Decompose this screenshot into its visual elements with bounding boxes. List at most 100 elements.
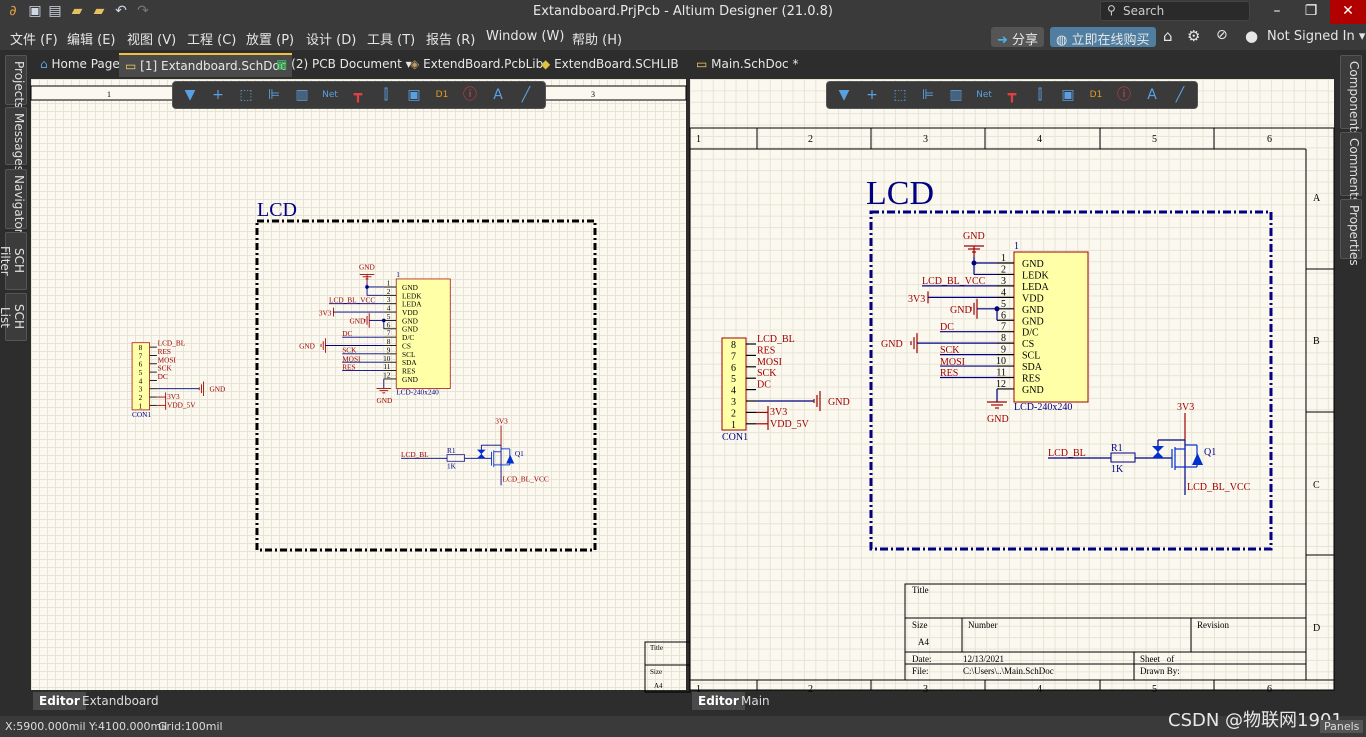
align-icon[interactable]: ⊫ (918, 85, 938, 105)
net-label: VDD_5V (167, 401, 196, 410)
line-icon[interactable]: ╱ (516, 85, 536, 105)
watermark: CSDN @物联网1901 (1168, 710, 1343, 731)
filter-icon[interactable]: ▼ (834, 85, 854, 105)
pin-number: 6 (731, 363, 736, 374)
power-gnd: GND (963, 231, 985, 242)
pin-number: 8 (731, 340, 736, 351)
pin-number: 1 (731, 420, 736, 431)
backlight-driver[interactable]: 3V3 LCD_BL R1 1K Q1 LCD_BL_VCC (1048, 402, 1251, 495)
tvs-diode-icon (1152, 446, 1164, 458)
pin-name: GND (1022, 305, 1044, 316)
col-label: 2 (808, 134, 813, 145)
directive-icon[interactable]: ⓘ (460, 85, 480, 105)
row-label: C (1313, 480, 1320, 491)
lcd-comment: LCD-240x240 (396, 387, 439, 396)
pin-number: 3 (1001, 276, 1006, 287)
pin-name: GND (1022, 259, 1044, 270)
right-tab-main[interactable]: Main (735, 692, 776, 710)
connector-part[interactable]: CON187654321LCD_BLRESMOSISCKDCGND3V3VDD_… (131, 339, 225, 420)
text-icon[interactable]: A (1142, 85, 1162, 105)
pin-number: 2 (731, 408, 736, 419)
left-size-value: A4 (654, 682, 663, 690)
col-label: 1 (696, 134, 701, 145)
pin-number: 7 (731, 351, 736, 362)
col-label: 6 (1267, 684, 1272, 695)
left-size-label: Size (650, 668, 662, 676)
pin-number: 10 (996, 356, 1006, 367)
r1-value: 1K (447, 462, 457, 471)
sheet-symbol-icon[interactable]: ▣ (1058, 85, 1078, 105)
pin-number: 4 (1001, 287, 1006, 298)
connector-part[interactable]: CON187654321LCD_BLRESMOSISCKDCGND3V3VDD_… (721, 334, 850, 443)
net-label: LCD_BL_VCC (503, 475, 549, 484)
panels-button[interactable]: Panels (1320, 720, 1364, 733)
power-gnd: GND (828, 397, 850, 408)
pin-number: 6 (1001, 310, 1006, 321)
power-port-icon[interactable]: ┳ (348, 85, 368, 105)
col-label: 4 (1037, 684, 1042, 695)
net-label: SCK (342, 346, 357, 355)
line-icon[interactable]: ╱ (1170, 85, 1190, 105)
number-label: Number (968, 620, 998, 630)
pin-number: 3 (731, 397, 736, 408)
col-label: 6 (1267, 134, 1272, 145)
net-label: LCD_BL_VCC (1187, 482, 1251, 493)
net-label: MOSI (757, 357, 782, 368)
lcd-part[interactable]: 1LCD-240x2401GND2LEDK3LEDA4VDD5GND6GND7D… (881, 231, 1089, 425)
drawn-by-label: Drawn By: (1140, 666, 1180, 676)
row-label: B (1313, 336, 1320, 347)
power-port-icon[interactable]: ┳ (1002, 85, 1022, 105)
select-rect-icon[interactable]: ⬚ (236, 85, 256, 105)
resistor-r1[interactable] (446, 454, 465, 462)
lcd-part[interactable]: 1LCD-240x2401GND2LEDK3LEDA4VDD5GND6GND7D… (299, 262, 451, 405)
pin-name: GND (402, 375, 418, 384)
net-label-icon[interactable]: Net (974, 85, 994, 105)
con1-designator: CON1 (132, 410, 151, 419)
pin-name: LEDK (1022, 270, 1049, 281)
net-label: LCD_BL (1048, 448, 1086, 459)
backlight-driver[interactable]: 3V3 LCD_BL R1 1K Q1 LCD_BL_VCC (401, 416, 549, 486)
crosshair-icon[interactable]: + (208, 85, 228, 105)
size-label: Size (912, 620, 928, 630)
net-label-icon[interactable]: Net (320, 85, 340, 105)
pin-name: GND (1022, 316, 1044, 327)
lcd-designator: 1 (396, 270, 400, 279)
text-icon[interactable]: A (488, 85, 508, 105)
pin-number: 1 (139, 401, 143, 410)
select-rect-icon[interactable]: ⬚ (890, 85, 910, 105)
power-gnd: GND (350, 316, 366, 325)
r1-value: 1K (1111, 464, 1124, 475)
title-label: Title (912, 585, 929, 595)
part-icon[interactable]: ▥ (946, 85, 966, 105)
lcd-designator: 1 (1014, 241, 1019, 252)
directive-icon[interactable]: ⓘ (1114, 85, 1134, 105)
left-tab-extandboard[interactable]: Extandboard (76, 692, 165, 710)
junction (971, 260, 977, 266)
pin-number: 5 (1001, 299, 1006, 310)
port-icon[interactable]: D1 (1086, 85, 1106, 105)
resistor-r1[interactable] (1110, 452, 1136, 463)
date-label: Date: (912, 654, 932, 664)
power-gnd: GND (377, 396, 393, 405)
port-icon[interactable]: D1 (432, 85, 452, 105)
row-label: D (1313, 623, 1320, 634)
col-label: 4 (1037, 134, 1042, 145)
net-label: LCD_BL (757, 334, 795, 345)
sheet-symbol-icon[interactable]: ▣ (404, 85, 424, 105)
lcd-comment: LCD-240x240 (1014, 402, 1072, 413)
row-label: A (1313, 193, 1321, 204)
net-label: 3V3 (770, 407, 787, 418)
crosshair-icon[interactable]: + (862, 85, 882, 105)
left-ruler-1: 1 (107, 90, 111, 99)
net-label: 3V3 (908, 294, 925, 305)
pin-name: LEDA (1022, 282, 1049, 293)
part-icon[interactable]: ▥ (292, 85, 312, 105)
net-label: LCD_BL (401, 450, 429, 459)
pin-name: SCL (1022, 351, 1040, 362)
bus-icon[interactable]: ⫿ (1030, 85, 1050, 105)
bus-icon[interactable]: ⫿ (376, 85, 396, 105)
align-icon[interactable]: ⊫ (264, 85, 284, 105)
col-label: 5 (1152, 134, 1157, 145)
filter-icon[interactable]: ▼ (180, 85, 200, 105)
net-label: VDD_5V (770, 419, 810, 430)
